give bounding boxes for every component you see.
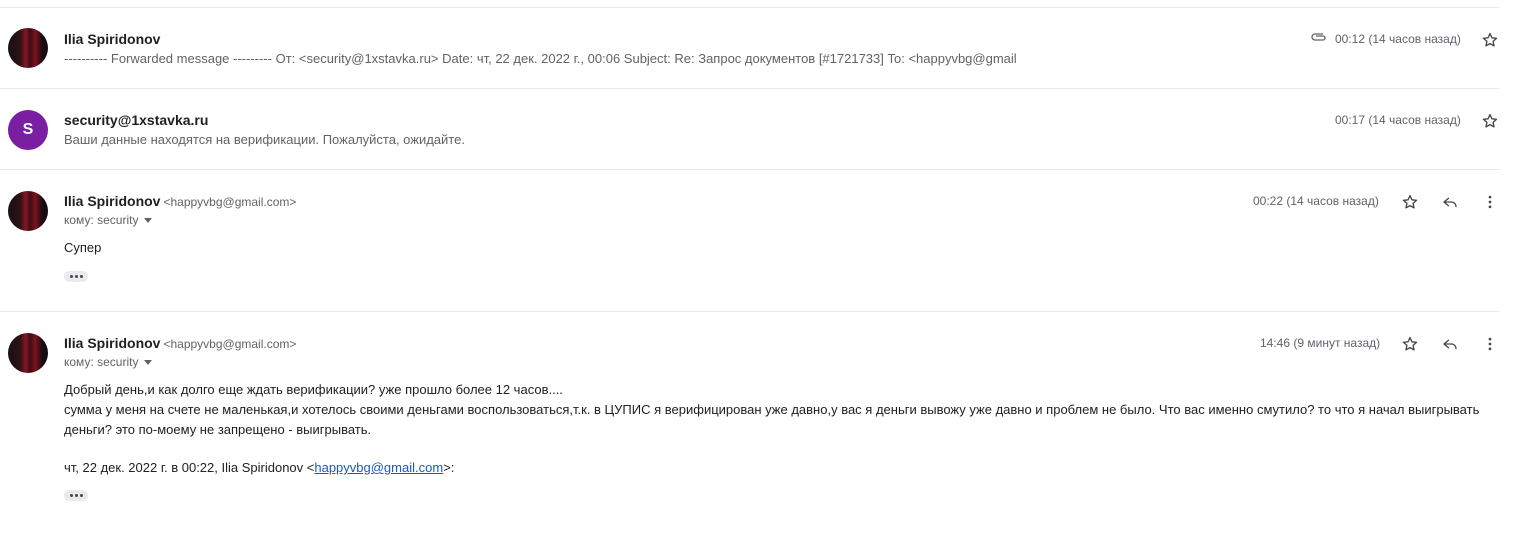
message-time: 00:22 (14 часов назад) — [1253, 194, 1379, 208]
avatar — [8, 333, 48, 373]
message-body: Добрый день,и как долго еще ждать верифи… — [64, 380, 1494, 440]
message-body: Супер — [64, 240, 102, 255]
caret-down-icon — [144, 217, 153, 223]
recipients-dropdown[interactable]: кому: security — [64, 213, 153, 227]
quote-suffix: >: — [443, 460, 455, 475]
sender-email: <happyvbg@gmail.com> — [163, 337, 297, 351]
paperclip-icon — [1310, 30, 1328, 48]
recipients-label: кому: security — [64, 355, 139, 369]
more-vert-icon[interactable] — [1478, 190, 1502, 214]
caret-down-icon — [144, 359, 153, 365]
star-icon[interactable] — [1398, 190, 1422, 214]
star-icon[interactable] — [1478, 28, 1502, 52]
sender-name-text: Ilia Spiridonov — [64, 335, 161, 351]
email-link[interactable]: happyvbg@gmail.com — [314, 460, 443, 475]
sender-name: Ilia Spiridonov <happyvbg@gmail.com> — [64, 335, 296, 351]
avatar: S — [8, 110, 48, 150]
sender-name: security@1xstavka.ru — [64, 112, 209, 128]
quote-prefix: чт, 22 дек. 2022 г. в 00:22, Ilia Spirid… — [64, 460, 315, 475]
quote-header: чт, 22 дек. 2022 г. в 00:22, Ilia Spirid… — [64, 460, 454, 475]
message-expanded: Ilia Spiridonov <happyvbg@gmail.com> кому… — [0, 169, 1500, 312]
recipients-label: кому: security — [64, 213, 139, 227]
show-trimmed-content-button[interactable] — [64, 271, 88, 282]
more-vert-icon[interactable] — [1478, 332, 1502, 356]
show-trimmed-content-button[interactable] — [64, 490, 88, 501]
message-collapsed[interactable]: Ilia Spiridonov ---------- Forwarded mes… — [0, 7, 1500, 89]
message-expanded: Ilia Spiridonov <happyvbg@gmail.com> кому… — [0, 311, 1500, 538]
message-collapsed[interactable]: S security@1xstavka.ru Ваши данные наход… — [0, 88, 1500, 170]
avatar — [8, 28, 48, 68]
recipients-dropdown[interactable]: кому: security — [64, 355, 153, 369]
sender-email: <happyvbg@gmail.com> — [163, 195, 297, 209]
body-paragraph: Добрый день,и как долго еще ждать верифи… — [64, 382, 563, 397]
message-time: 00:12 (14 часов назад) — [1335, 32, 1461, 46]
message-time: 14:46 (9 минут назад) — [1260, 336, 1381, 350]
sender-name-text: Ilia Spiridonov — [64, 193, 161, 209]
sender-name: Ilia Spiridonov — [64, 31, 161, 47]
body-paragraph: сумма у меня на счете не маленькая,и хот… — [64, 402, 1480, 437]
message-snippet: ---------- Forwarded message --------- О… — [64, 51, 1017, 66]
message-snippet: Ваши данные находятся на верификации. По… — [64, 132, 465, 147]
reply-icon[interactable] — [1438, 332, 1462, 356]
reply-icon[interactable] — [1438, 190, 1462, 214]
star-icon[interactable] — [1398, 332, 1422, 356]
avatar — [8, 191, 48, 231]
message-time: 00:17 (14 часов назад) — [1335, 113, 1461, 127]
sender-name: Ilia Spiridonov <happyvbg@gmail.com> — [64, 193, 296, 209]
star-icon[interactable] — [1478, 109, 1502, 133]
